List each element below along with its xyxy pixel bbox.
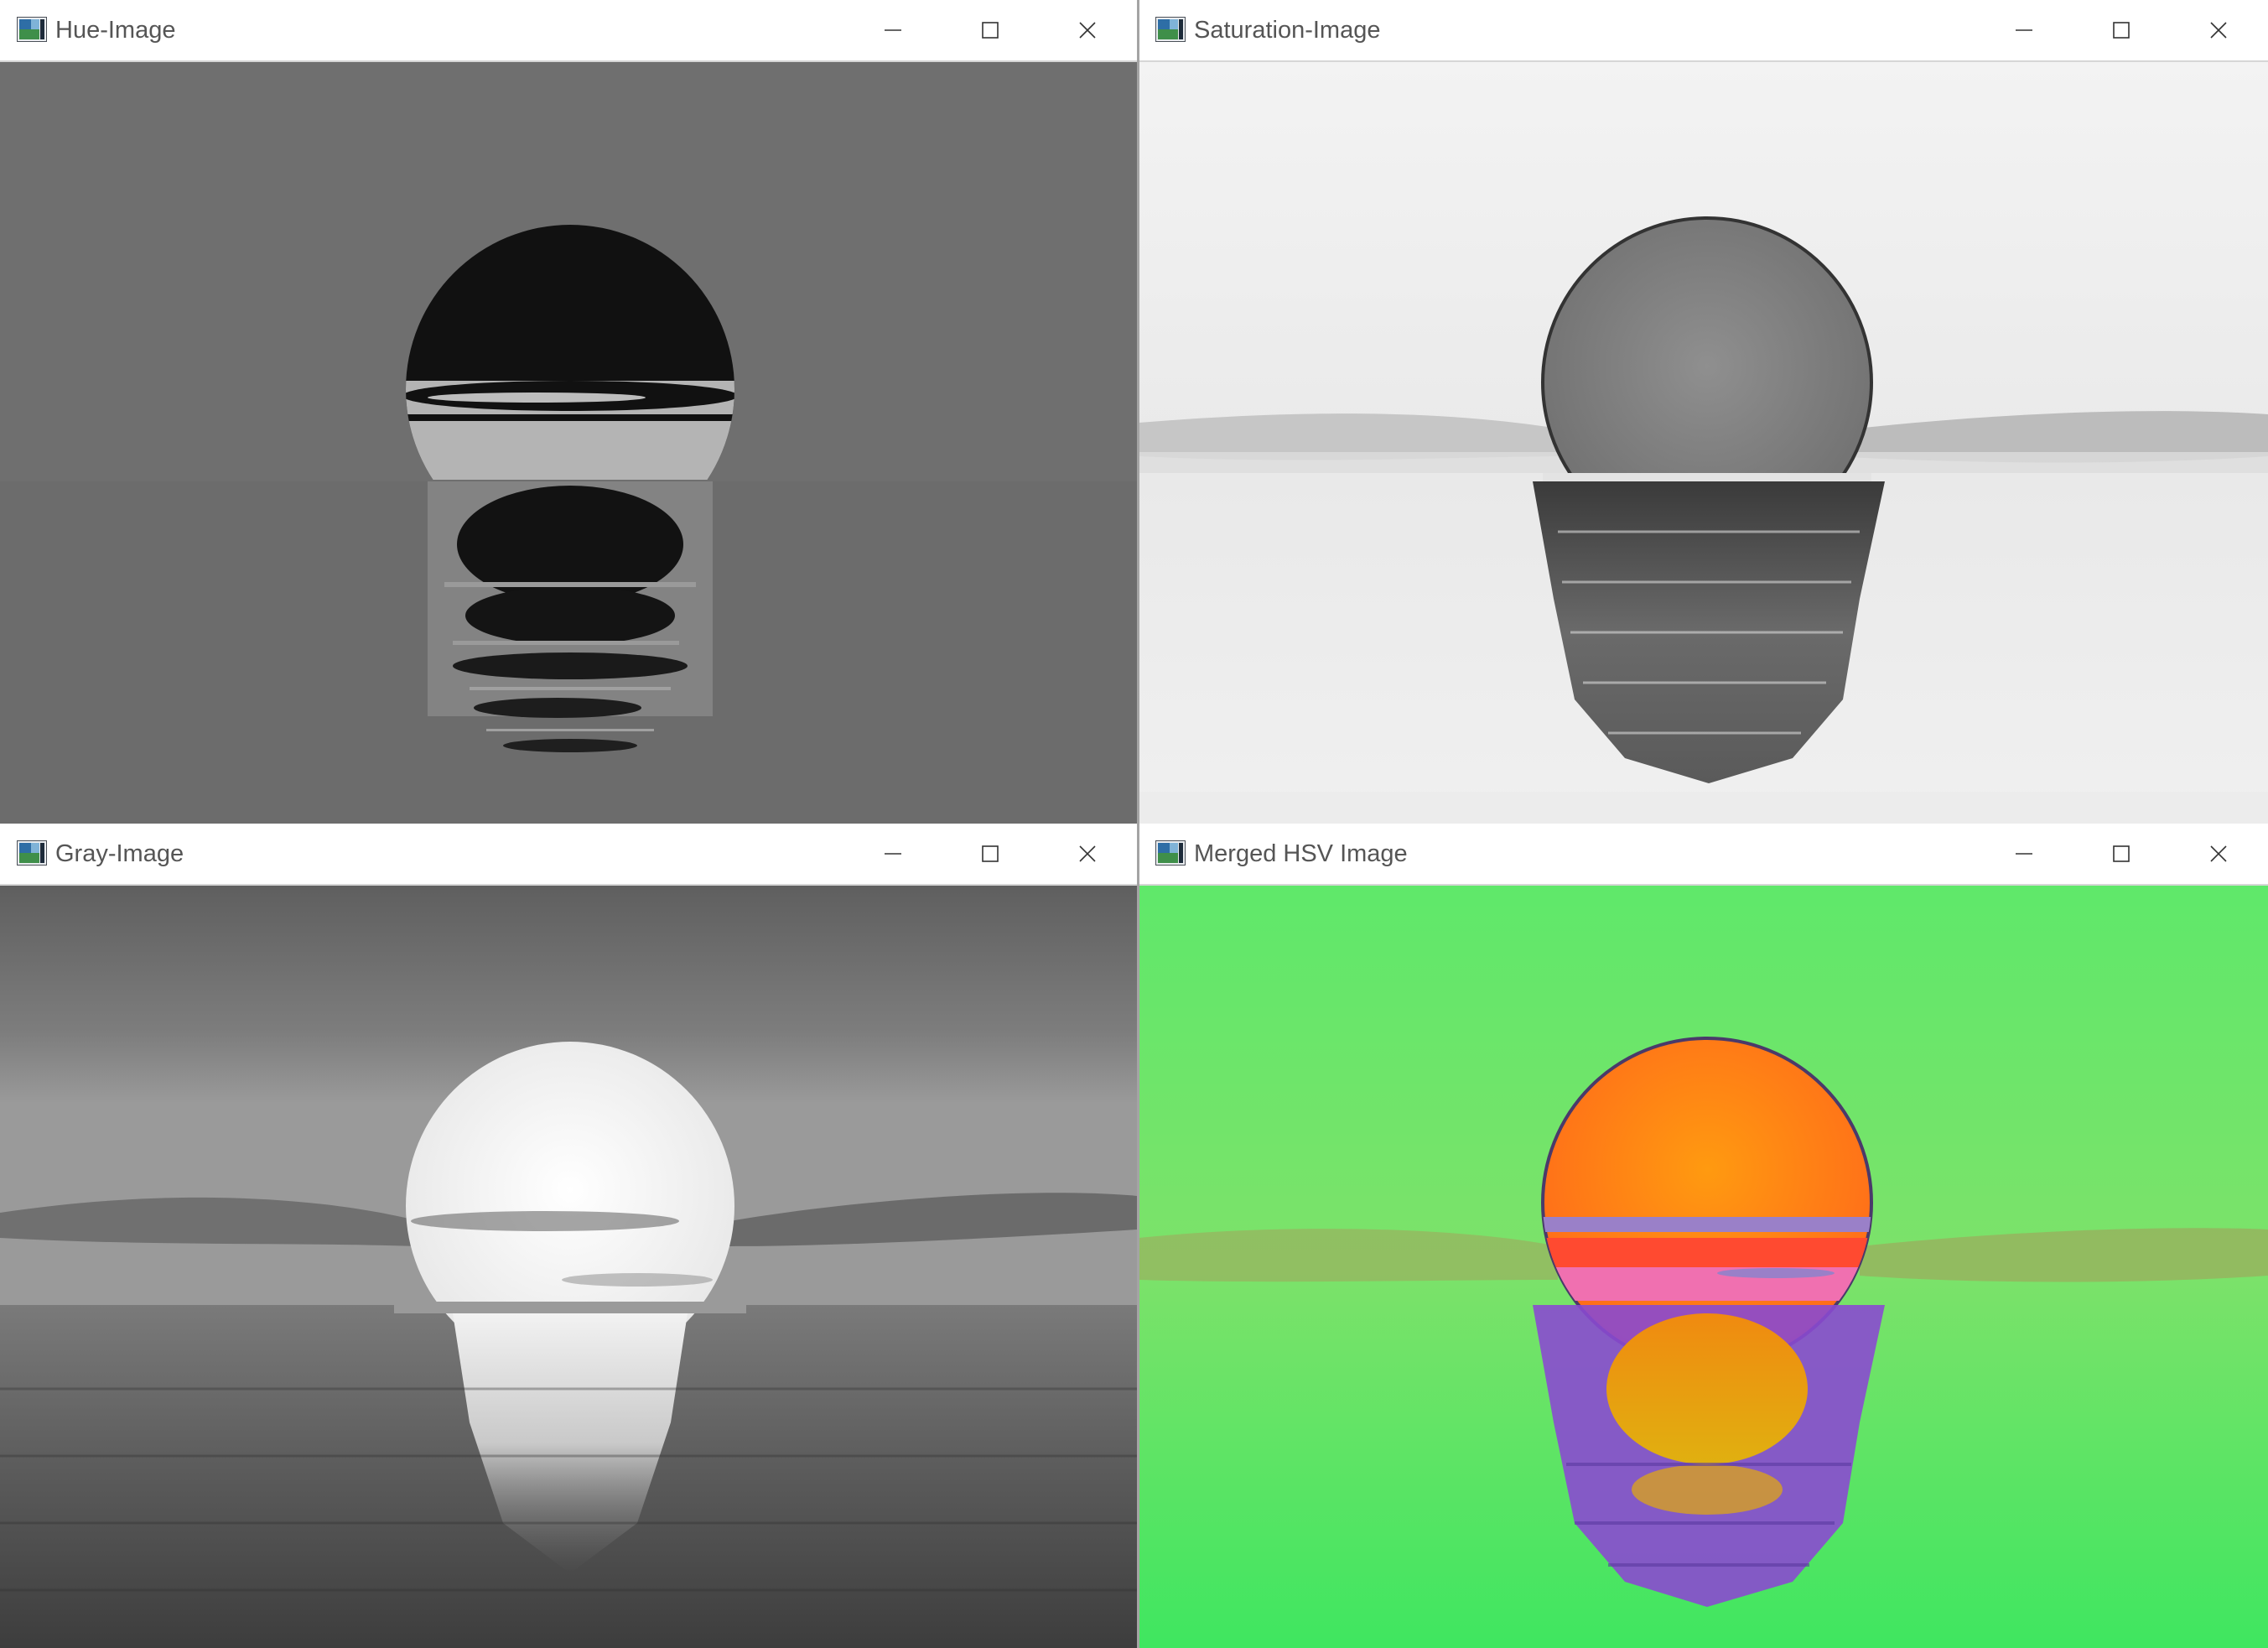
merged-hsv-image-window[interactable]: Merged HSV Image — [1139, 824, 2268, 1648]
close-icon — [2208, 844, 2229, 864]
maximize-icon — [2111, 20, 2131, 40]
saturation-image-window[interactable]: Saturation-Image — [1139, 0, 2268, 824]
app-icon — [17, 840, 47, 866]
maximize-icon — [980, 20, 1000, 40]
window-title: Gray-Image — [55, 840, 184, 867]
hue-window-titlebar[interactable]: Hue-Image — [0, 0, 1137, 62]
gray-image-canvas — [0, 886, 1137, 1648]
minimize-button[interactable] — [844, 824, 942, 884]
minimize-icon — [2014, 20, 2034, 40]
close-button[interactable] — [1039, 824, 1136, 884]
saturation-image-canvas — [1139, 62, 2268, 824]
minimize-button[interactable] — [1975, 0, 2073, 60]
app-icon — [1155, 840, 1186, 866]
app-icon — [1155, 17, 1186, 42]
close-button[interactable] — [1039, 0, 1136, 60]
window-title: Merged HSV Image — [1194, 840, 1408, 867]
hue-image-window[interactable]: Hue-Image — [0, 0, 1137, 824]
close-icon — [1077, 844, 1098, 864]
merged-hsv-image — [1139, 886, 2268, 1648]
gray-image — [0, 886, 1137, 1648]
hue-image — [0, 62, 1137, 824]
maximize-button[interactable] — [942, 0, 1039, 60]
close-button[interactable] — [2170, 0, 2267, 60]
close-icon — [1077, 20, 1098, 40]
merged-hsv-image-canvas — [1139, 886, 2268, 1648]
window-title: Saturation-Image — [1194, 17, 1381, 44]
gray-image-window[interactable]: Gray-Image — [0, 824, 1137, 1648]
minimize-icon — [2014, 844, 2034, 864]
window-divider — [1137, 0, 1139, 1648]
minimize-icon — [883, 844, 903, 864]
hue-image-canvas — [0, 62, 1137, 824]
minimize-icon — [883, 20, 903, 40]
app-icon — [17, 17, 47, 42]
close-icon — [2208, 20, 2229, 40]
gray-window-titlebar[interactable]: Gray-Image — [0, 824, 1137, 886]
window-title: Hue-Image — [55, 17, 176, 44]
minimize-button[interactable] — [844, 0, 942, 60]
maximize-button[interactable] — [942, 824, 1039, 884]
saturation-window-titlebar[interactable]: Saturation-Image — [1139, 0, 2268, 62]
minimize-button[interactable] — [1975, 824, 2073, 884]
maximize-icon — [2111, 844, 2131, 864]
maximize-icon — [980, 844, 1000, 864]
merged-window-titlebar[interactable]: Merged HSV Image — [1139, 824, 2268, 886]
maximize-button[interactable] — [2073, 0, 2170, 60]
close-button[interactable] — [2170, 824, 2267, 884]
saturation-image — [1139, 62, 2268, 824]
maximize-button[interactable] — [2073, 824, 2170, 884]
